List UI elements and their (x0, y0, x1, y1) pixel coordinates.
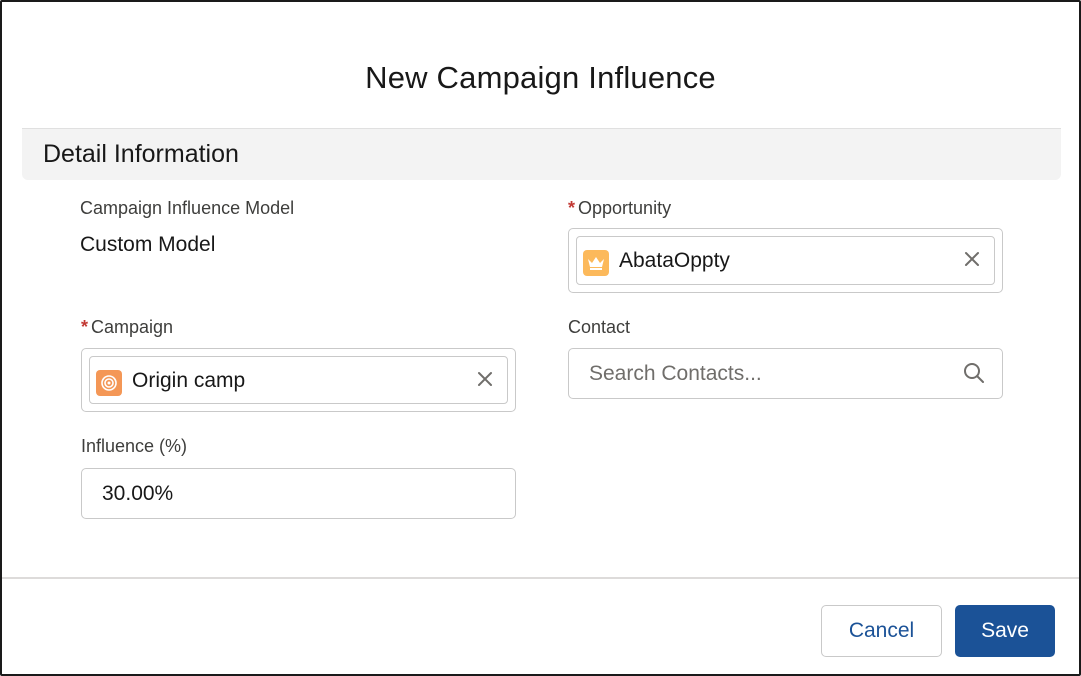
section-header[interactable]: Detail Information (22, 128, 1061, 180)
campaign-target-icon (96, 370, 122, 396)
contact-search-input[interactable] (569, 349, 1002, 398)
model-value: Custom Model (80, 233, 216, 256)
opportunity-crown-icon (583, 250, 609, 276)
opportunity-clear-close-icon[interactable] (960, 247, 984, 271)
opportunity-label-text: Opportunity (578, 198, 672, 218)
opportunity-lookup[interactable]: AbataOppty (568, 228, 1003, 293)
contact-label: Contact (568, 317, 631, 337)
search-icon (964, 363, 984, 383)
footer-divider (2, 577, 1079, 579)
campaign-value: Origin camp (132, 369, 246, 392)
influence-input[interactable] (82, 469, 515, 518)
campaign-label: * Campaign (81, 317, 173, 338)
save-button[interactable]: Save (955, 605, 1055, 657)
campaign-influence-modal: New Campaign Influence Detail Informatio… (0, 0, 1081, 676)
opportunity-label: * Opportunity (568, 198, 671, 219)
opportunity-selected-pill[interactable]: AbataOppty (576, 236, 995, 285)
required-indicator: * (81, 317, 89, 337)
model-label: Campaign Influence Model (80, 198, 295, 218)
contact-search-field[interactable] (568, 348, 1003, 399)
campaign-clear-close-icon[interactable] (473, 367, 497, 391)
section-title: Detail Information (43, 140, 239, 168)
modal-title: New Campaign Influence (365, 60, 716, 95)
influence-field[interactable] (81, 468, 516, 519)
required-indicator: * (568, 198, 576, 218)
opportunity-value: AbataOppty (619, 249, 730, 272)
campaign-label-text: Campaign (91, 317, 174, 337)
influence-label: Influence (%) (81, 436, 188, 456)
campaign-selected-pill[interactable]: Origin camp (89, 356, 508, 404)
campaign-lookup[interactable]: Origin camp (81, 348, 516, 412)
cancel-button[interactable]: Cancel (821, 605, 942, 657)
